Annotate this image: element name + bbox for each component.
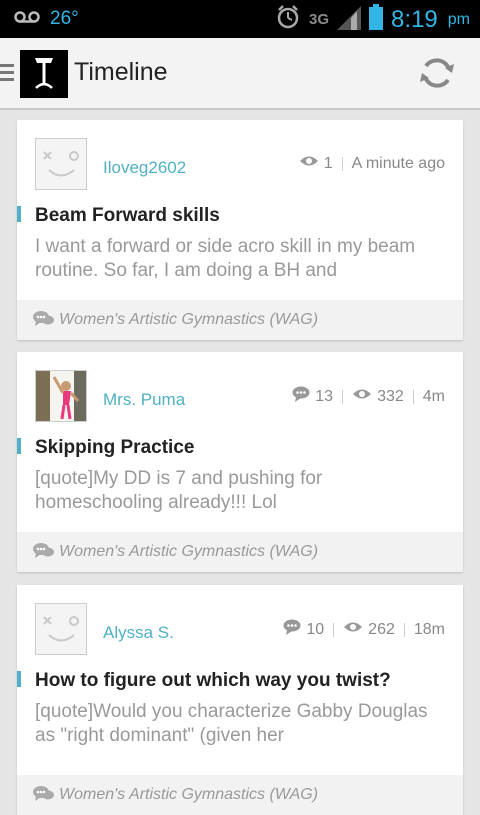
app-logo-icon[interactable] — [20, 50, 68, 98]
avatar[interactable] — [35, 370, 87, 422]
avatar[interactable] — [35, 138, 87, 190]
post-forum-footer[interactable]: Women's Artistic Gymnastics (WAG) — [17, 300, 463, 340]
menu-icon[interactable] — [0, 64, 14, 85]
clock-text: 8:19 — [391, 5, 438, 33]
action-bar: Timeline — [0, 38, 480, 110]
post-forum-footer[interactable]: Women's Artistic Gymnastics (WAG) — [17, 532, 463, 572]
chat-bubbles-icon — [33, 785, 55, 808]
eye-icon — [299, 154, 319, 173]
comment-count: 10 — [306, 620, 325, 638]
meta-divider — [342, 389, 344, 404]
page-title: Timeline — [74, 58, 168, 86]
title-accent-bar — [17, 438, 21, 454]
title-accent-bar — [17, 206, 21, 222]
meta-divider — [403, 622, 405, 637]
view-count: 262 — [368, 620, 395, 638]
post-excerpt: [quote]My DD is 7 and pushing for homesc… — [35, 468, 323, 513]
refresh-icon[interactable] — [418, 54, 456, 92]
meta-divider — [333, 622, 335, 637]
title-accent-bar — [17, 671, 21, 687]
post-author[interactable]: Iloveg2602 — [103, 158, 186, 178]
avatar[interactable] — [35, 603, 87, 655]
post-title[interactable]: How to figure out which way you twist? — [35, 670, 391, 692]
post-card[interactable]: Mrs. Puma 13 332 4m Skipping Practice [q… — [17, 352, 463, 572]
status-bar: 26° 3G 8:19 pm — [0, 0, 480, 38]
post-forum-footer[interactable]: Women's Artistic Gymnastics (WAG) — [17, 775, 463, 815]
forum-name: Women's Artistic Gymnastics (WAG) — [59, 543, 319, 560]
temperature-text: 26° — [50, 8, 79, 29]
eye-icon — [343, 620, 363, 639]
post-meta: 1 A minute ago — [299, 154, 445, 173]
post-card[interactable]: Alyssa S. 10 262 18m How to figure out w… — [17, 585, 463, 815]
post-time: A minute ago — [351, 154, 445, 172]
comment-count: 13 — [315, 387, 334, 405]
battery-icon — [369, 4, 384, 35]
post-title[interactable]: Beam Forward skills — [35, 205, 220, 227]
post-title[interactable]: Skipping Practice — [35, 437, 194, 459]
comment-icon — [292, 386, 310, 407]
chat-bubbles-icon — [33, 310, 55, 333]
alarm-icon — [275, 4, 301, 35]
post-excerpt: [quote]Would you characterize Gabby Doug… — [35, 701, 428, 746]
post-meta: 10 262 18m — [283, 619, 445, 640]
signal-icon — [337, 4, 362, 35]
forum-name: Women's Artistic Gymnastics (WAG) — [59, 311, 319, 328]
post-author[interactable]: Mrs. Puma — [103, 390, 185, 410]
post-time: 18m — [413, 620, 445, 638]
post-excerpt: I want a forward or side acro skill in m… — [35, 236, 416, 281]
comment-icon — [283, 619, 301, 640]
post-time: 4m — [422, 387, 445, 405]
clock-ampm-text: pm — [447, 10, 470, 28]
voicemail-icon — [14, 8, 40, 30]
network-type-text: 3G — [309, 11, 330, 28]
view-count: 1 — [323, 154, 333, 172]
view-count: 332 — [377, 387, 404, 405]
meta-divider — [341, 156, 343, 171]
post-author[interactable]: Alyssa S. — [103, 623, 174, 643]
forum-name: Women's Artistic Gymnastics (WAG) — [59, 786, 319, 803]
eye-icon — [352, 387, 372, 406]
post-meta: 13 332 4m — [292, 386, 445, 407]
meta-divider — [412, 389, 414, 404]
post-card[interactable]: Iloveg2602 1 A minute ago Beam Forward s… — [17, 120, 463, 340]
chat-bubbles-icon — [33, 542, 55, 565]
